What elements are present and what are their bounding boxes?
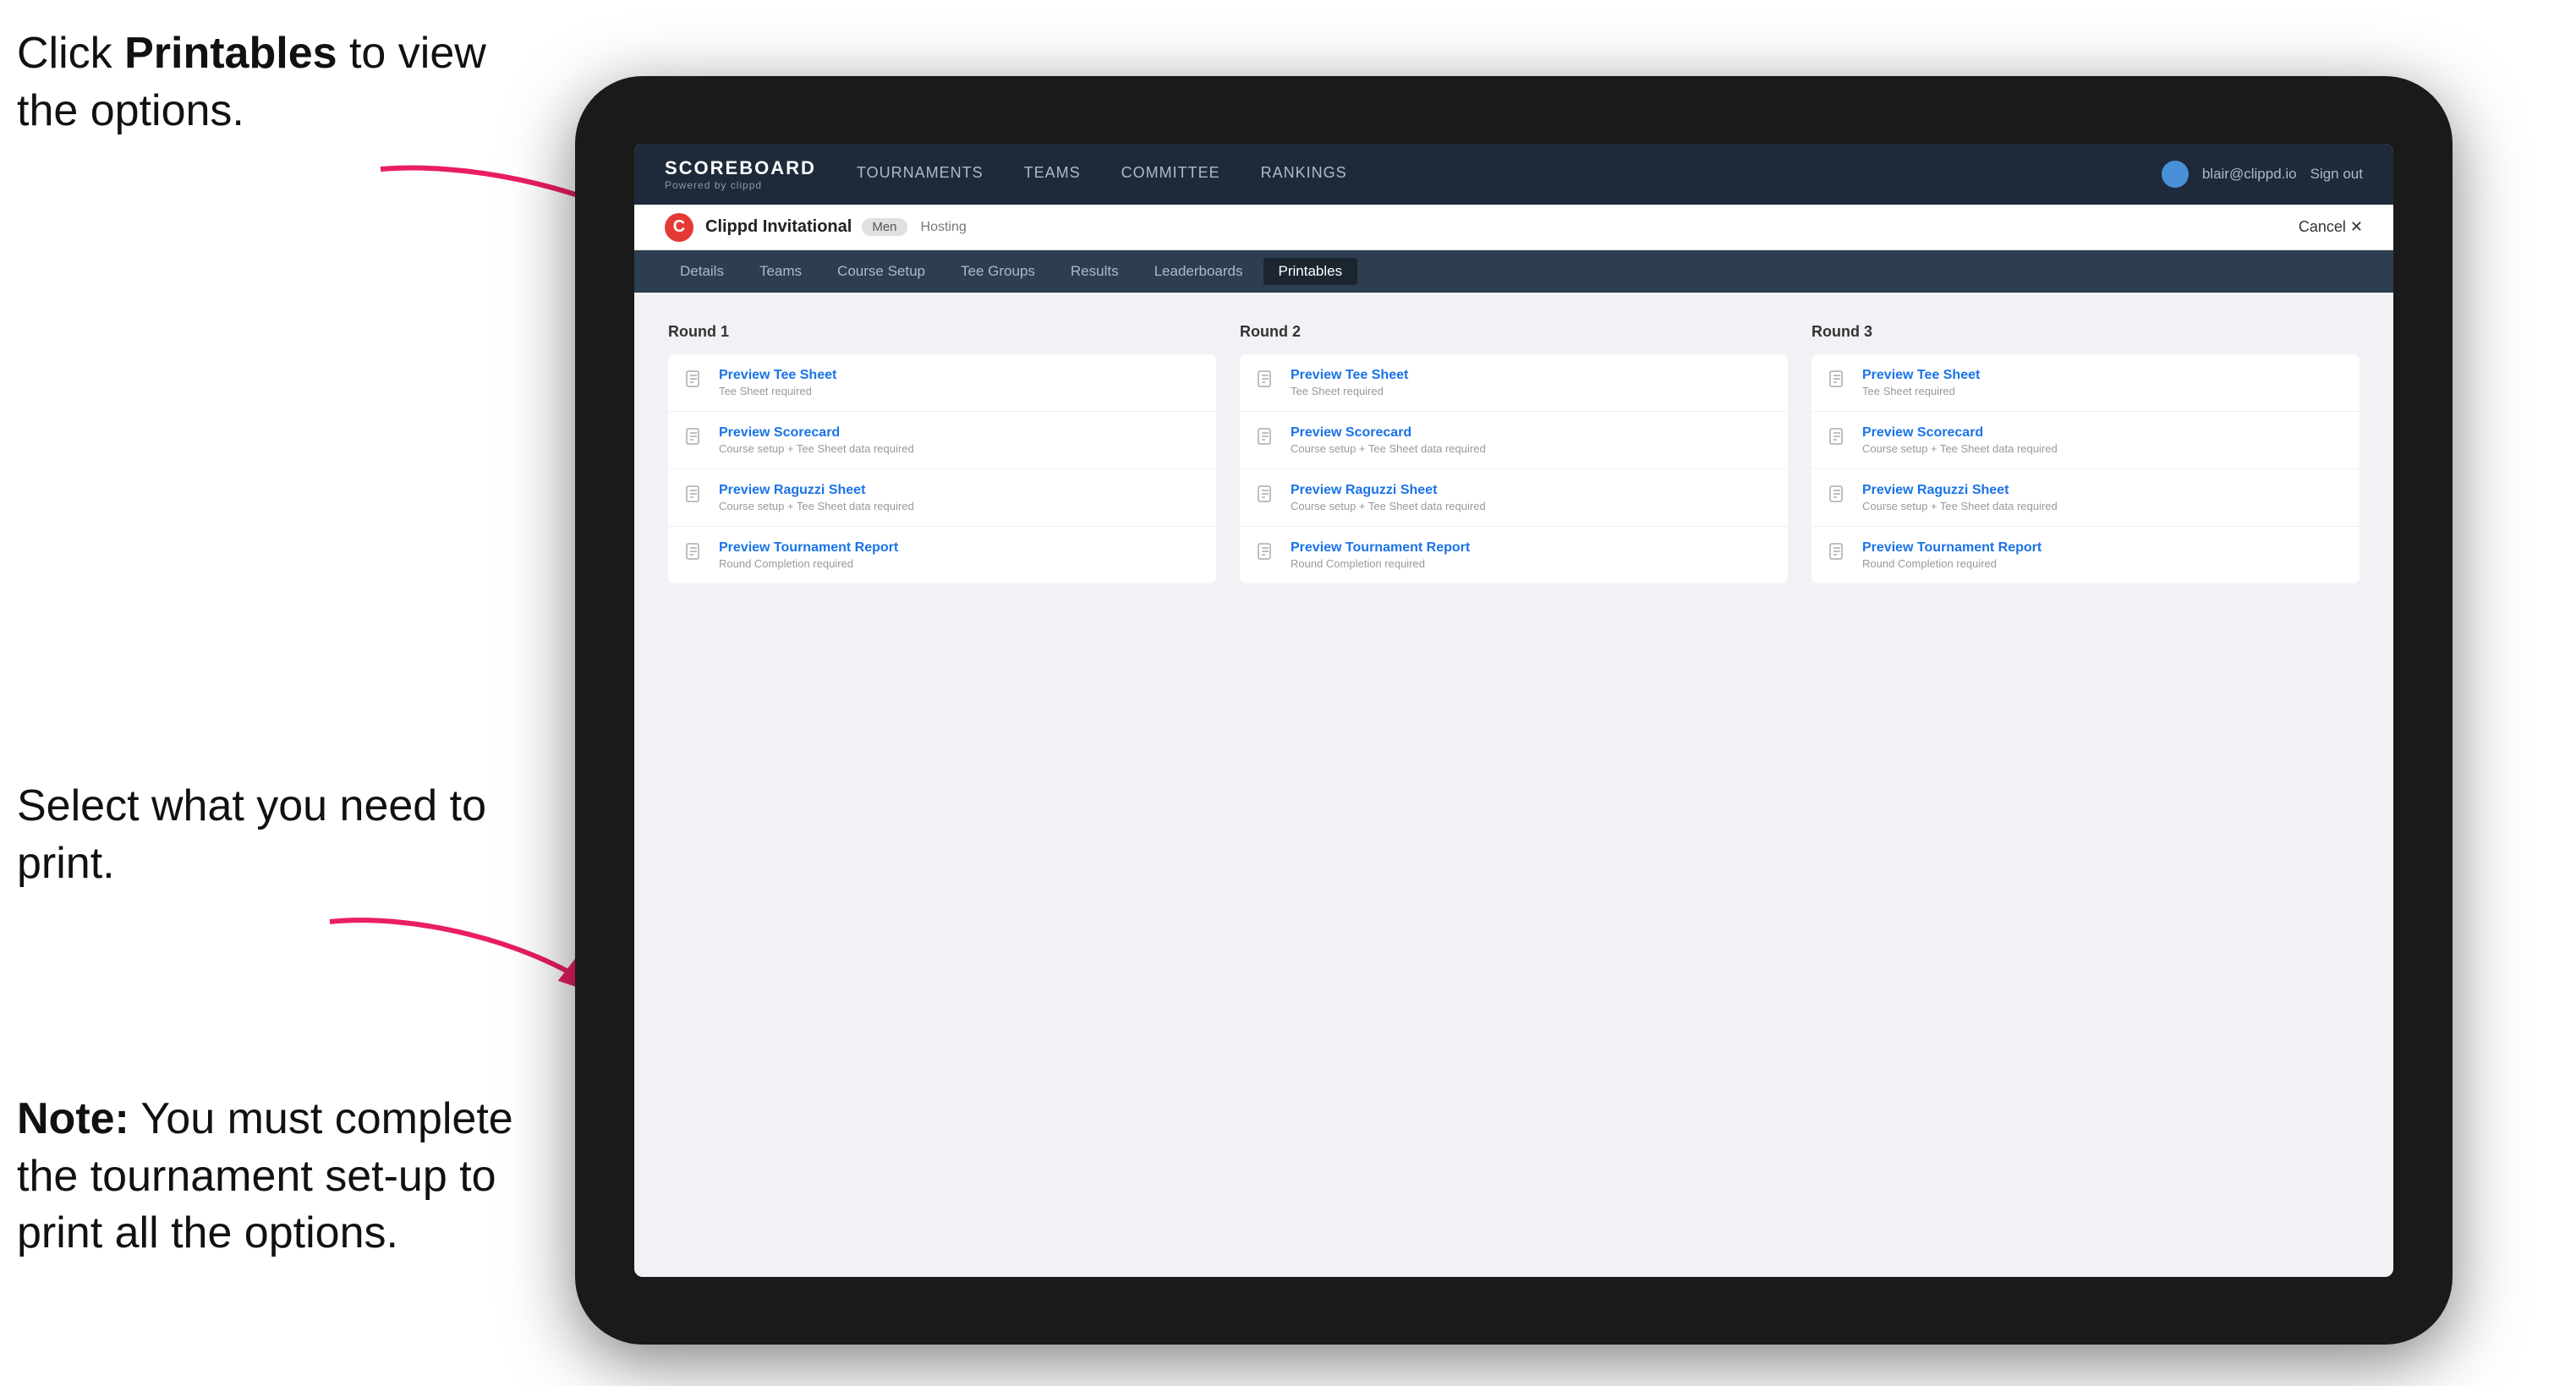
tablet-screen: SCOREBOARD Powered by clippd TOURNAMENTS… [634,144,2393,1277]
doc-icon-r2-1 [1255,370,1279,393]
tab-teams[interactable]: Teams [744,258,817,285]
top-nav: SCOREBOARD Powered by clippd TOURNAMENTS… [634,144,2393,205]
user-email: blair@clippd.io [2202,166,2297,183]
tab-course-setup[interactable]: Course Setup [822,258,940,285]
scoreboard-logo: SCOREBOARD Powered by clippd [665,157,816,191]
doc-icon-r3-2 [1827,427,1850,451]
round-1-raguzzi-title: Preview Raguzzi Sheet [719,483,914,498]
sign-out-link[interactable]: Sign out [2310,166,2363,183]
tab-printables[interactable]: Printables [1263,258,1358,285]
round-2-scorecard-sub: Course setup + Tee Sheet data required [1291,442,1486,455]
document-icon-2 [683,427,707,451]
round-1-scorecard-sub: Course setup + Tee Sheet data required [719,442,914,455]
top-nav-links: TOURNAMENTS TEAMS COMMITTEE RANKINGS [857,164,2162,185]
sub-tabs: Details Teams Course Setup Tee Groups Re… [634,250,2393,293]
doc-icon-r2-2 [1255,427,1279,451]
document-icon-4 [683,542,707,566]
round-1-column: Round 1 Preview Tee Sheet Tee Sheet requ… [668,323,1216,583]
round-2-tee-sheet-title: Preview Tee Sheet [1291,368,1408,383]
round-1-scorecard-text: Preview Scorecard Course setup + Tee She… [719,425,914,455]
nav-committee[interactable]: COMMITTEE [1121,164,1220,185]
round-1-report-text: Preview Tournament Report Round Completi… [719,540,898,570]
round-2-report-title: Preview Tournament Report [1291,540,1470,556]
nav-tournaments[interactable]: TOURNAMENTS [857,164,984,185]
round-1-raguzzi-text: Preview Raguzzi Sheet Course setup + Tee… [719,483,914,512]
round-1-report-sub: Round Completion required [719,557,898,570]
round-1-tournament-report[interactable]: Preview Tournament Report Round Completi… [668,527,1216,583]
document-icon-3 [683,485,707,508]
round-3-report-sub: Round Completion required [1862,557,2042,570]
round-1-scorecard[interactable]: Preview Scorecard Course setup + Tee She… [668,412,1216,469]
round-3-raguzzi[interactable]: Preview Raguzzi Sheet Course setup + Tee… [1811,469,2360,527]
user-avatar [2162,161,2189,188]
logo-sub: Powered by clippd [665,179,816,191]
tablet-shell: SCOREBOARD Powered by clippd TOURNAMENTS… [575,76,2453,1345]
annotation-note-bold: Note: [17,1094,129,1143]
annotation-middle: Select what you need to print. [17,778,507,892]
tab-details[interactable]: Details [665,258,739,285]
round-2-tee-sheet[interactable]: Preview Tee Sheet Tee Sheet required [1240,354,1788,412]
rounds-container: Round 1 Preview Tee Sheet Tee Sheet requ… [668,323,2360,583]
round-2-raguzzi-title: Preview Raguzzi Sheet [1291,483,1486,498]
round-2-raguzzi[interactable]: Preview Raguzzi Sheet Course setup + Tee… [1240,469,1788,527]
round-1-tee-sheet-sub: Tee Sheet required [719,385,836,397]
round-1-tee-sheet[interactable]: Preview Tee Sheet Tee Sheet required [668,354,1216,412]
round-1-raguzzi-sub: Course setup + Tee Sheet data required [719,500,914,512]
round-1-card: Preview Tee Sheet Tee Sheet required Pre… [668,354,1216,583]
tab-leaderboards[interactable]: Leaderboards [1139,258,1258,285]
round-3-scorecard-title: Preview Scorecard [1862,425,2058,441]
doc-icon-r2-4 [1255,542,1279,566]
round-1-report-title: Preview Tournament Report [719,540,898,556]
tournament-cancel-button[interactable]: Cancel ✕ [2299,218,2363,236]
round-2-title: Round 2 [1240,323,1788,341]
main-content: Round 1 Preview Tee Sheet Tee Sheet requ… [634,293,2393,1277]
annotation-top: Click Printables to view the options. [17,25,507,140]
round-3-title: Round 3 [1811,323,2360,341]
round-1-scorecard-title: Preview Scorecard [719,425,914,441]
round-3-column: Round 3 Preview Tee Sheet Tee Sheet requ… [1811,323,2360,583]
round-3-card: Preview Tee Sheet Tee Sheet required Pre… [1811,354,2360,583]
round-2-scorecard-title: Preview Scorecard [1291,425,1486,441]
doc-icon-r3-4 [1827,542,1850,566]
annotation-printables-bold: Printables [124,29,337,78]
round-3-raguzzi-sub: Course setup + Tee Sheet data required [1862,500,2058,512]
round-3-tee-sheet-sub: Tee Sheet required [1862,385,1980,397]
doc-icon-r3-1 [1827,370,1850,393]
top-nav-right: blair@clippd.io Sign out [2162,161,2363,188]
round-2-column: Round 2 Preview Tee Sheet Tee Sheet requ… [1240,323,1788,583]
nav-rankings[interactable]: RANKINGS [1261,164,1347,185]
round-1-tee-sheet-title: Preview Tee Sheet [719,368,836,383]
round-2-scorecard[interactable]: Preview Scorecard Course setup + Tee She… [1240,412,1788,469]
round-1-tee-sheet-text: Preview Tee Sheet Tee Sheet required [719,368,836,397]
round-2-tee-sheet-sub: Tee Sheet required [1291,385,1408,397]
tab-tee-groups[interactable]: Tee Groups [945,258,1050,285]
round-3-tee-sheet[interactable]: Preview Tee Sheet Tee Sheet required [1811,354,2360,412]
round-2-report-sub: Round Completion required [1291,557,1470,570]
logo-title: SCOREBOARD [665,157,816,179]
round-3-tournament-report[interactable]: Preview Tournament Report Round Completi… [1811,527,2360,583]
tournament-logo: C [665,213,693,242]
round-2-tournament-report[interactable]: Preview Tournament Report Round Completi… [1240,527,1788,583]
round-3-scorecard[interactable]: Preview Scorecard Course setup + Tee She… [1811,412,2360,469]
tab-results[interactable]: Results [1055,258,1134,285]
doc-icon-r3-3 [1827,485,1850,508]
round-3-report-title: Preview Tournament Report [1862,540,2042,556]
round-2-card: Preview Tee Sheet Tee Sheet required Pre… [1240,354,1788,583]
round-1-raguzzi[interactable]: Preview Raguzzi Sheet Course setup + Tee… [668,469,1216,527]
round-3-raguzzi-title: Preview Raguzzi Sheet [1862,483,2058,498]
tournament-bar: C Clippd Invitational Men Hosting Cancel… [634,205,2393,250]
nav-teams[interactable]: TEAMS [1024,164,1081,185]
tournament-status: Hosting [921,220,967,235]
annotation-bottom: Note: You must complete the tournament s… [17,1091,558,1263]
round-3-scorecard-sub: Course setup + Tee Sheet data required [1862,442,2058,455]
tournament-name: Clippd Invitational [705,217,852,237]
document-icon [683,370,707,393]
tournament-badge: Men [862,218,907,236]
round-1-title: Round 1 [668,323,1216,341]
doc-icon-r2-3 [1255,485,1279,508]
round-3-tee-sheet-title: Preview Tee Sheet [1862,368,1980,383]
round-2-raguzzi-sub: Course setup + Tee Sheet data required [1291,500,1486,512]
